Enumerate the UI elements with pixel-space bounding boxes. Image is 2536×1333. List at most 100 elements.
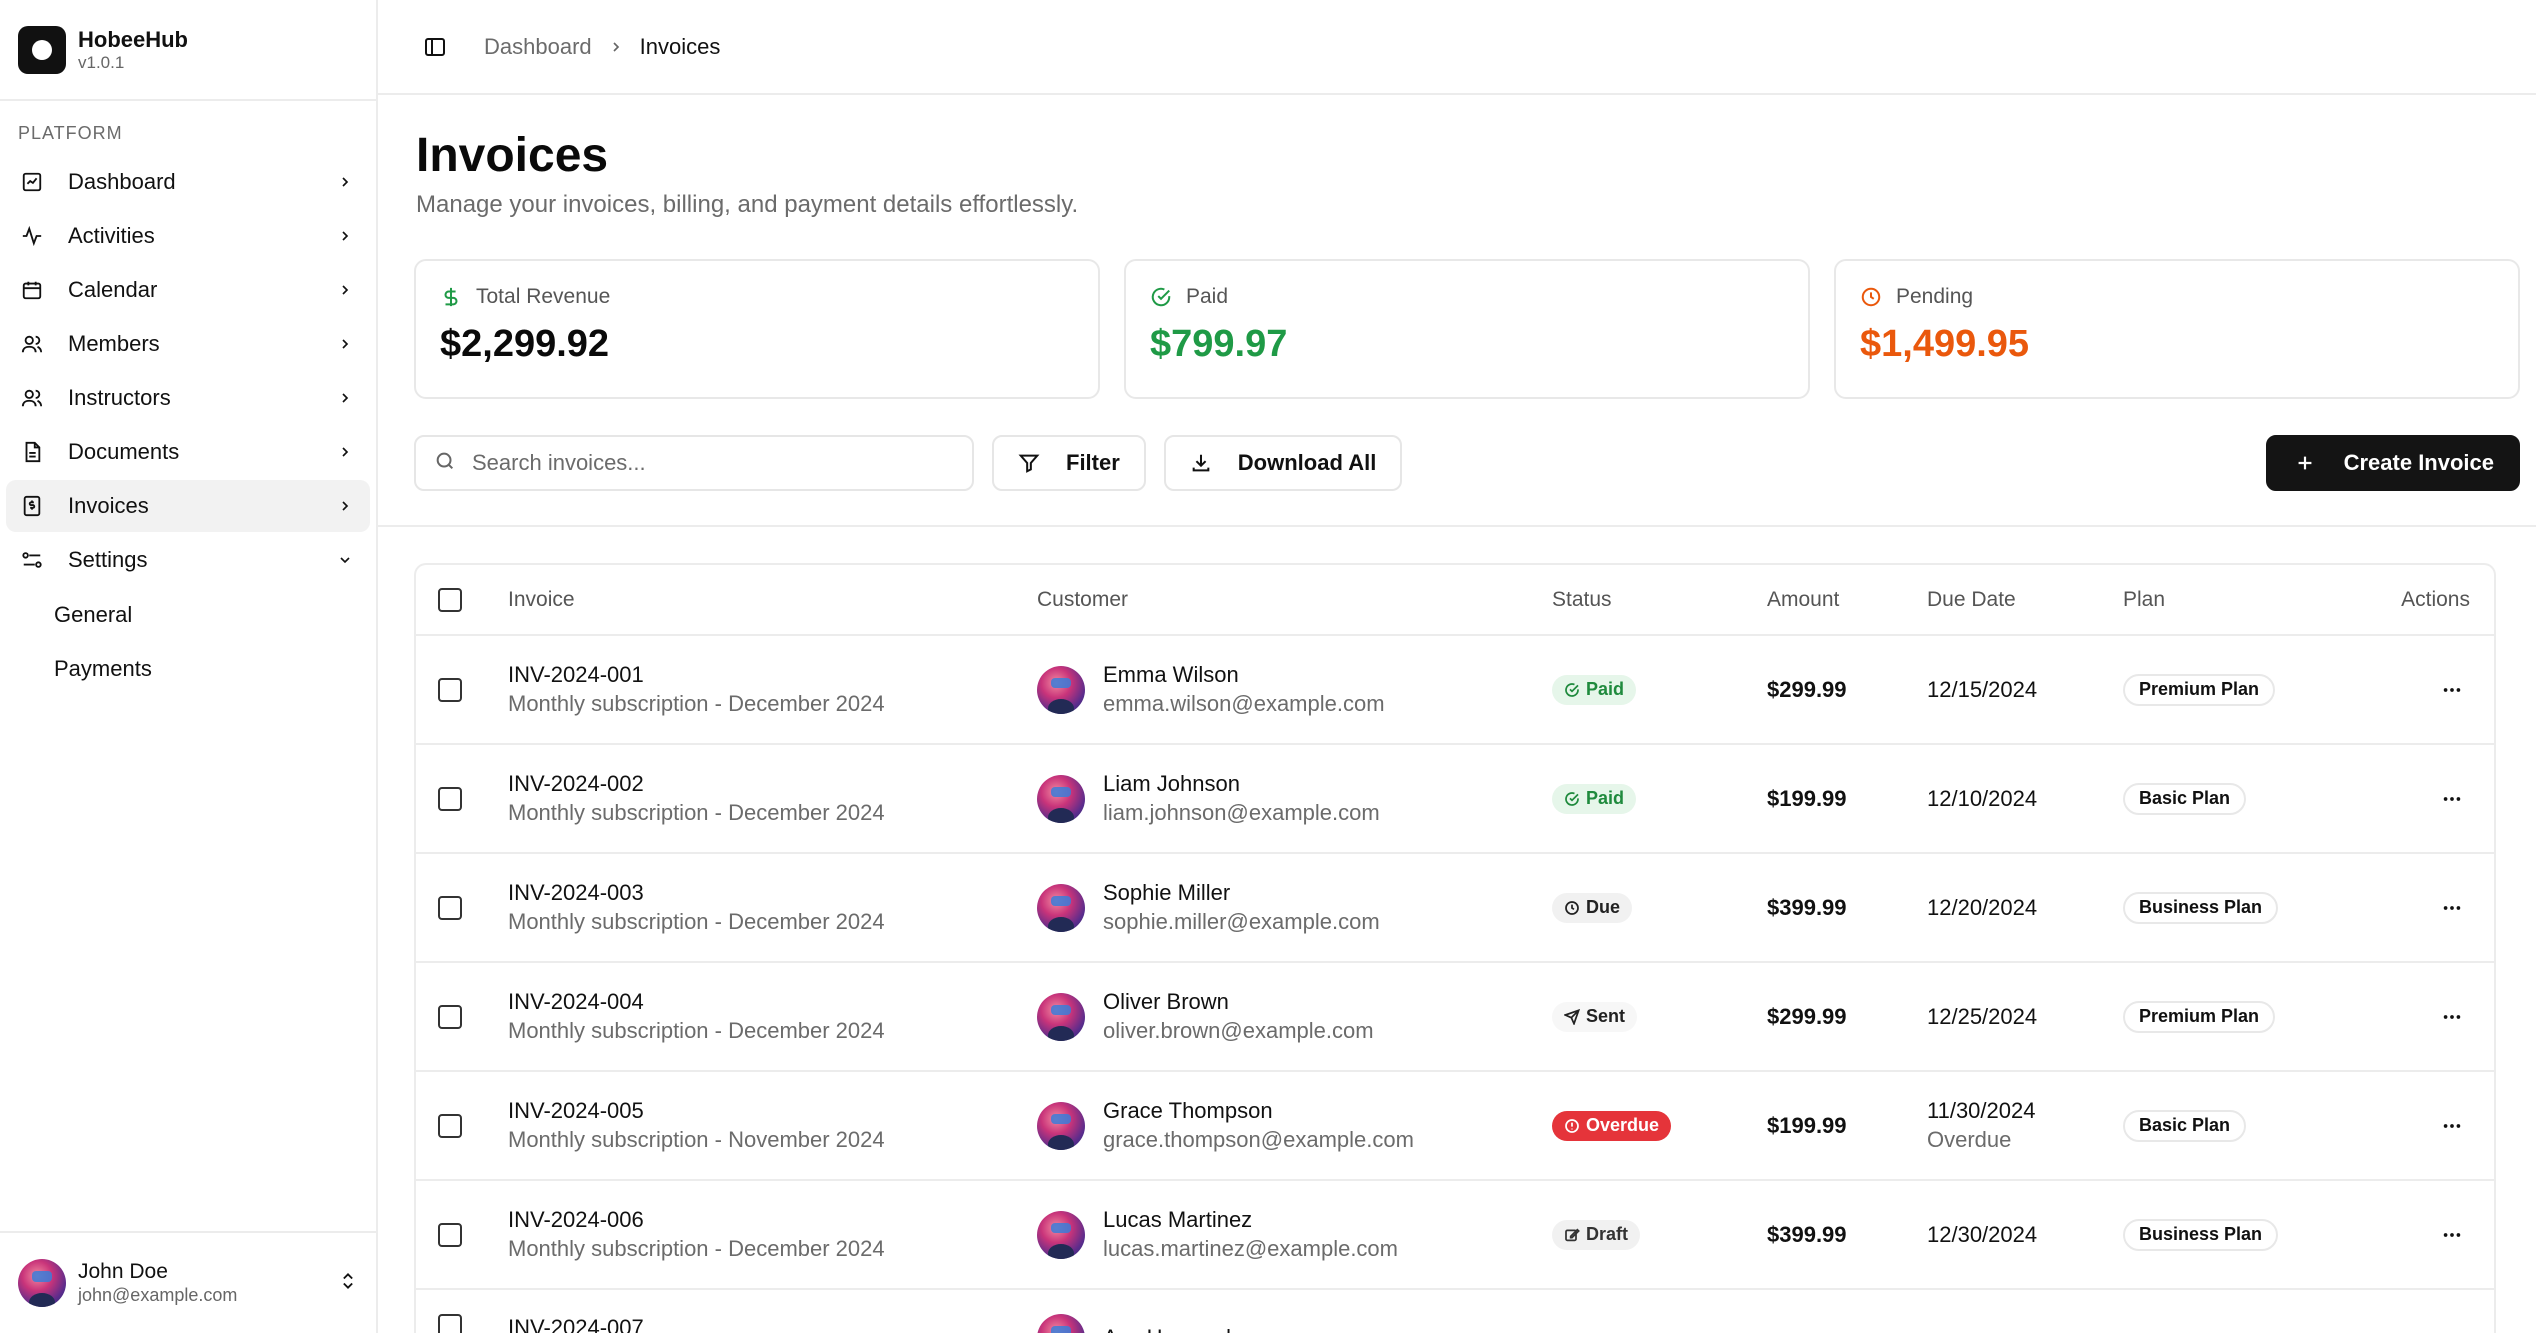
stat-label: Total Revenue — [476, 285, 611, 308]
app-version: v1.0.1 — [78, 52, 125, 72]
sidebar-toggle-icon[interactable] — [420, 32, 450, 62]
table-row[interactable]: INV-2024-006 Monthly subscription - Dece… — [416, 1180, 2494, 1290]
status-badge: Paid — [1552, 674, 1637, 705]
customer-name: Lucas Martinez — [1103, 1206, 1253, 1232]
avatar — [1037, 774, 1085, 823]
due-date: 12/25/2024 — [1927, 1003, 2038, 1029]
plan-badge: Basic Plan — [2123, 1109, 2247, 1142]
more-actions-icon[interactable] — [2434, 999, 2470, 1035]
check-circle-icon — [1564, 791, 1580, 807]
chevron-right-icon — [334, 441, 356, 463]
status-badge: Sent — [1552, 1001, 1638, 1032]
stat-value: $2,299.92 — [440, 323, 610, 365]
sidebar-item-label: Documents — [68, 439, 180, 464]
stat-value: $799.97 — [1150, 323, 1288, 365]
filter-label: Filter — [1066, 450, 1120, 475]
search-input[interactable] — [472, 450, 954, 476]
sidebar-item-label: Invoices — [68, 493, 149, 518]
download-label: Download All — [1237, 450, 1377, 475]
row-checkbox[interactable] — [438, 895, 462, 920]
chevron-right-icon — [608, 39, 624, 55]
breadcrumb-dashboard[interactable]: Dashboard — [484, 34, 592, 60]
row-checkbox[interactable] — [438, 1314, 462, 1333]
sidebar-item-members[interactable]: Members — [6, 318, 370, 370]
column-header-customer[interactable]: Customer — [1037, 565, 1552, 636]
customer-name: Liam Johnson — [1103, 770, 1240, 796]
more-actions-icon[interactable] — [2434, 781, 2470, 817]
activity-icon — [20, 224, 44, 248]
stat-label: Pending — [1896, 285, 1974, 308]
status-label: Overdue — [1586, 1115, 1660, 1135]
invoice-id[interactable]: INV-2024-005 — [508, 1097, 1037, 1125]
chevrons-up-down-icon — [338, 1271, 358, 1296]
sidebar-subitem-general[interactable]: General — [6, 588, 370, 642]
user-menu[interactable]: John Doe john@example.com — [0, 1231, 376, 1333]
status-label: Due — [1586, 897, 1621, 917]
column-header-amount[interactable]: Amount — [1767, 565, 1927, 636]
column-header-invoice[interactable]: Invoice — [508, 565, 1037, 636]
status-badge: Due — [1552, 892, 1633, 923]
row-checkbox[interactable] — [438, 1222, 462, 1247]
sidebar-item-calendar[interactable]: Calendar — [6, 264, 370, 316]
sidebar-item-invoices[interactable]: Invoices — [6, 480, 370, 532]
status-label: Sent — [1586, 1006, 1626, 1026]
more-actions-icon[interactable] — [2434, 1108, 2470, 1144]
invoice-id[interactable]: INV-2024-003 — [508, 879, 1037, 907]
invoice-amount: $199.99 — [1767, 1112, 1847, 1138]
create-invoice-button[interactable]: Create Invoice — [2265, 435, 2520, 491]
sidebar-item-label: Dashboard — [68, 169, 176, 194]
more-actions-icon[interactable] — [2434, 672, 2470, 708]
row-checkbox[interactable] — [438, 1004, 462, 1029]
stat-card-paid: Paid $799.97 — [1124, 259, 1810, 399]
avatar — [1037, 883, 1085, 932]
table-row[interactable]: INV-2024-004 Monthly subscription - Dece… — [416, 962, 2494, 1072]
filter-button[interactable]: Filter — [992, 435, 1146, 491]
sidebar-item-documents[interactable]: Documents — [6, 426, 370, 478]
more-actions-icon[interactable] — [2434, 1217, 2470, 1253]
stat-card-pending: Pending $1,499.95 — [1834, 259, 2520, 399]
clock-icon — [1564, 900, 1580, 916]
row-checkbox[interactable] — [438, 1113, 462, 1138]
invoice-id[interactable]: INV-2024-007 — [508, 1314, 1037, 1333]
topbar: Dashboard Invoices — [378, 0, 2536, 95]
due-date: 11/30/2024 — [1927, 1097, 2036, 1123]
sidebar-item-dashboard[interactable]: Dashboard — [6, 156, 370, 208]
plan-badge: Business Plan — [2123, 891, 2279, 924]
invoice-amount: $199.99 — [1767, 785, 1847, 811]
table-row[interactable]: INV-2024-005 Monthly subscription - Nove… — [416, 1071, 2494, 1181]
invoice-id[interactable]: INV-2024-001 — [508, 661, 1037, 689]
column-header-plan[interactable]: Plan — [2123, 565, 2347, 636]
chevron-right-icon — [334, 333, 356, 355]
row-checkbox[interactable] — [438, 677, 462, 702]
customer-name: Grace Thompson — [1103, 1097, 1273, 1123]
sidebar-subitem-payments[interactable]: Payments — [6, 642, 370, 696]
sidebar-item-settings[interactable]: Settings — [6, 534, 370, 586]
search-box — [414, 435, 974, 491]
invoice-id[interactable]: INV-2024-004 — [508, 988, 1037, 1016]
row-checkbox[interactable] — [438, 786, 462, 811]
sidebar-item-instructors[interactable]: Instructors — [6, 372, 370, 424]
brand[interactable]: HobeeHub v1.0.1 — [0, 0, 376, 101]
table-row[interactable]: INV-2024-002 Monthly subscription - Dece… — [416, 744, 2494, 854]
page-subtitle: Manage your invoices, billing, and payme… — [416, 191, 1079, 218]
table-row[interactable]: INV-2024-003 Monthly subscription - Dece… — [416, 853, 2494, 963]
sidebar-item-activities[interactable]: Activities — [6, 210, 370, 262]
invoice-id[interactable]: INV-2024-002 — [508, 770, 1037, 798]
app-name: HobeeHub — [78, 26, 188, 52]
select-all-checkbox[interactable] — [438, 587, 462, 612]
status-label: Paid — [1586, 679, 1625, 699]
invoice-id[interactable]: INV-2024-006 — [508, 1206, 1037, 1234]
chevron-right-icon — [334, 387, 356, 409]
users-icon — [20, 386, 44, 410]
customer-name: Emma Wilson — [1103, 661, 1239, 687]
column-header-due-date[interactable]: Due Date — [1927, 565, 2123, 636]
main-content: Dashboard Invoices Invoices Manage your … — [378, 0, 2536, 1333]
due-date: 12/20/2024 — [1927, 894, 2038, 920]
download-all-button[interactable]: Download All — [1163, 435, 1403, 491]
more-actions-icon[interactable] — [2434, 890, 2470, 926]
chevron-down-icon — [334, 549, 356, 571]
table-row[interactable]: INV-2024-007 Ava Hernandez — [416, 1289, 2494, 1333]
column-header-status[interactable]: Status — [1552, 565, 1767, 636]
table-row[interactable]: INV-2024-001 Monthly subscription - Dece… — [416, 635, 2494, 745]
customer-email: grace.thompson@example.com — [1103, 1126, 1414, 1152]
